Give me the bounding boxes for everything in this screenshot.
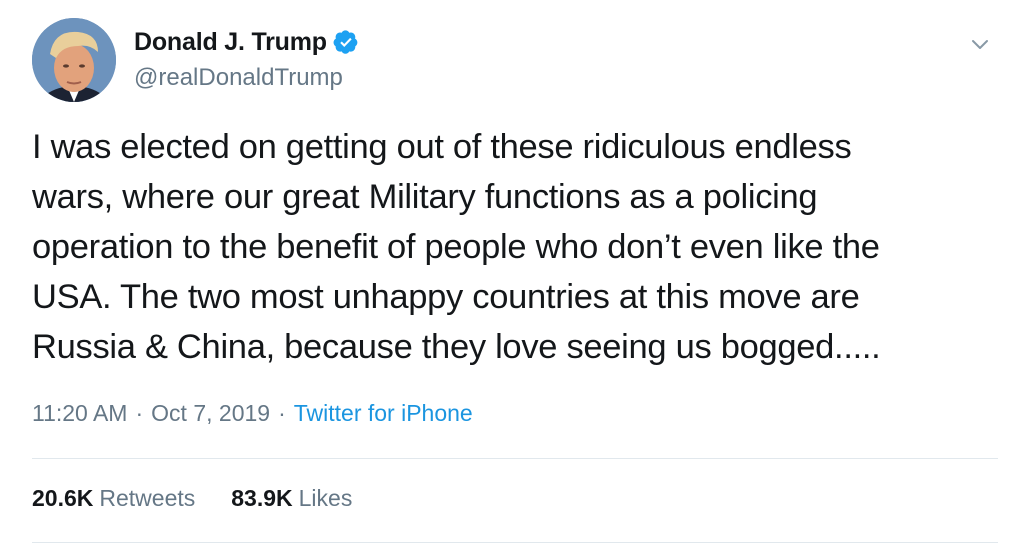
retweets-count: 20.6K xyxy=(32,485,94,511)
name-row: Donald J. Trump xyxy=(134,26,359,58)
chevron-down-icon[interactable] xyxy=(968,32,992,56)
tweet-stats: 20.6K Retweets 83.9K Likes xyxy=(32,485,388,512)
likes-label: Likes xyxy=(298,485,353,511)
likes-count: 83.9K xyxy=(231,485,293,511)
retweets-label: Retweets xyxy=(99,485,196,511)
avatar[interactable] xyxy=(32,18,116,102)
tweet-date[interactable]: Oct 7, 2019 xyxy=(151,400,270,427)
divider xyxy=(32,542,998,543)
tweet-text: I was elected on getting out of these ri… xyxy=(32,128,881,366)
tweet-card: Donald J. Trump @realDonaldTrump I was e… xyxy=(0,0,1024,558)
meta-separator: · xyxy=(135,400,144,426)
user-info: Donald J. Trump @realDonaldTrump xyxy=(134,26,359,92)
meta-separator: · xyxy=(278,400,286,426)
divider xyxy=(32,458,998,459)
verified-badge-icon xyxy=(333,29,359,55)
tweet-source-link[interactable]: Twitter for iPhone xyxy=(294,400,473,427)
tweet-time[interactable]: 11:20 AM xyxy=(32,400,127,427)
retweets-stat[interactable]: 20.6K Retweets xyxy=(32,485,195,512)
user-handle[interactable]: @realDonaldTrump xyxy=(134,64,359,92)
tweet-meta: 11:20 AM · Oct 7, 2019 · Twitter for iPh… xyxy=(32,400,473,427)
tweet-header: Donald J. Trump @realDonaldTrump xyxy=(32,18,992,108)
display-name[interactable]: Donald J. Trump xyxy=(134,28,327,57)
likes-stat[interactable]: 83.9K Likes xyxy=(231,485,352,512)
avatar-image xyxy=(32,18,116,102)
